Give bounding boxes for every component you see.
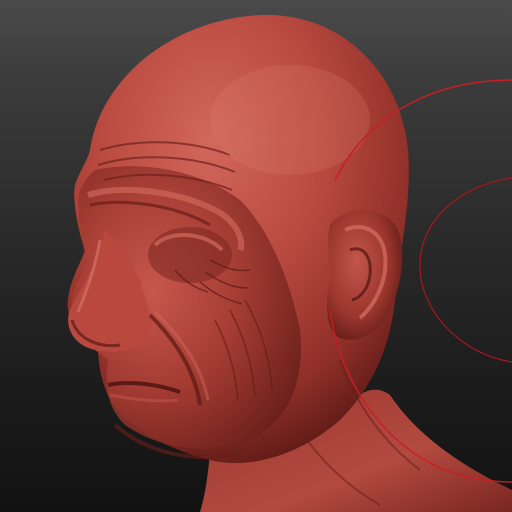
temple-highlight <box>210 65 370 175</box>
sculpt-canvas[interactable] <box>0 0 512 512</box>
3d-viewport[interactable] <box>0 0 512 512</box>
gizmo-inner-ring[interactable] <box>419 177 512 363</box>
